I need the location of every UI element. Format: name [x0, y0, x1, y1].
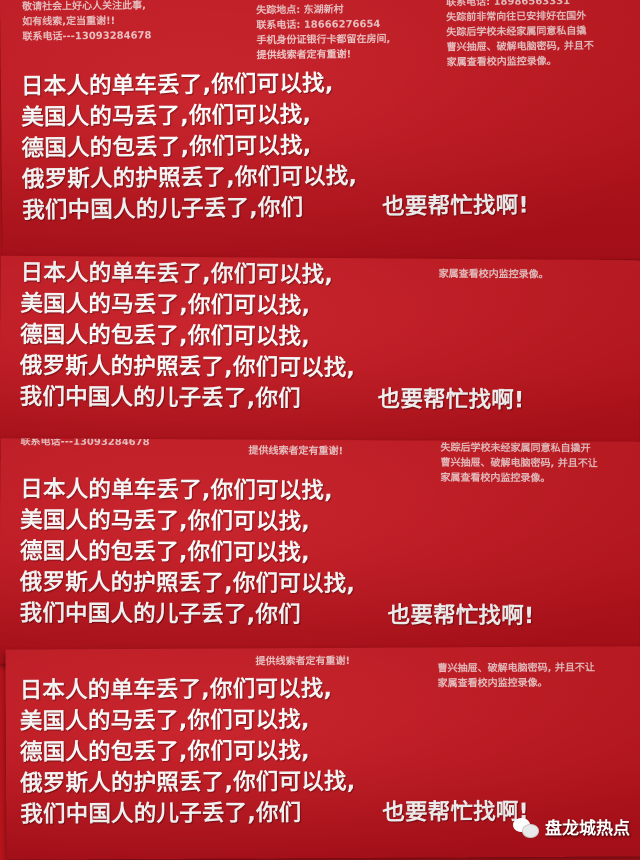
small-text: 失踪地点: 东湖新村 — [256, 4, 344, 17]
small-text: 手机身份证银行卡都留在房间, — [256, 33, 391, 47]
poem-line-1: 日本人的单车丢了,你们可以找, — [20, 259, 334, 289]
poem-line-1: 日本人的单车丢了,你们可以找, — [20, 70, 334, 100]
small-text: 提供线索者定有重谢! — [248, 445, 344, 458]
poem-line-1: 日本人的单车丢了,你们可以找, — [20, 476, 333, 505]
sheet2-right-notes: 家属查看校内监控录像。 — [439, 267, 549, 283]
poem-line-5: 我们中国人的儿子丢了,你们 也要帮忙找啊! — [19, 382, 525, 415]
small-text: 家属查看校内监控录像。 — [438, 268, 549, 281]
poem-line-5b: 也要帮忙找啊! — [377, 386, 525, 414]
poem-line-5b: 也要帮忙找啊! — [382, 798, 530, 826]
small-text: 失踪后学校未经家属同意私自撬 — [446, 25, 587, 39]
small-text: 失踪后学校未经家属同意私自撬开 — [440, 442, 591, 455]
poem-line-5a: 我们中国人的儿子丢了,你们 — [22, 194, 304, 224]
small-text: 联系电话---13093284678 — [20, 438, 150, 449]
poem-line-2: 美国人的马丢了,你们可以找, — [20, 507, 311, 535]
small-text: 家属查看校内监控录像。 — [440, 472, 551, 485]
sheet4-right-notes: 曹兴抽屉、破解电脑密码, 并且不让 家属查看校内监控录像。 — [438, 661, 595, 692]
poem-line-5: 我们中国人的儿子丢了,你们 也要帮忙找啊! — [19, 598, 535, 631]
poem-block-1: 日本人的单车丢了,你们可以找, 美国人的马丢了,你们可以找, 德国人的包丢了,你… — [20, 68, 529, 227]
sheet1-middle-notes: 失踪地点: 东湖新村 联系电话: 18666276654 手机身份证银行卡都留在… — [256, 2, 390, 63]
notice-sheet-2: 家属查看校内监控录像。 日本人的单车丢了,你们可以找, 美国人的马丢了,你们可以… — [0, 255, 640, 461]
small-text: 家属查看校内监控录像。 — [446, 56, 557, 69]
poem-line-3: 德国人的包丢了,你们可以找, — [19, 738, 310, 766]
poem-line-4: 俄罗斯人的护照丢了,你们可以找, — [19, 569, 356, 598]
wechat-icon — [513, 816, 539, 838]
small-text: 提供线索者定有重谢! — [256, 49, 352, 62]
poem-line-2: 美国人的马丢了,你们可以找, — [21, 101, 312, 131]
sheet1-right-notes: 联系电话: 18986563331 失踪前非常向往已安排好在国外 失踪后学校未经… — [446, 0, 594, 70]
sheet3-left-notes: 联系电话---13093284678 — [21, 438, 150, 450]
small-text: 曹兴抽屉、破解电脑密码, 并且不让 — [440, 457, 598, 470]
poem-line-4: 俄罗斯人的护照丢了,你们可以找, — [21, 163, 358, 193]
poem-line-5a: 我们中国人的儿子丢了,你们 — [20, 800, 302, 828]
poem-line-3: 德国人的包丢了,你们可以找, — [20, 321, 311, 350]
small-text: 联系电话---13093284678 — [22, 30, 152, 43]
poem-line-5: 我们中国人的儿子丢了,你们 也要帮忙找啊! — [22, 192, 529, 227]
notice-sheet-1: 敬请社会上好心人关注此事, 如有线索,定当重谢!! 联系电话---1309328… — [0, 0, 640, 266]
poem-line-4: 俄罗斯人的护照丢了,你们可以找, — [19, 352, 356, 382]
poem-line-5a: 我们中国人的儿子丢了,你们 — [19, 383, 301, 412]
small-text: 失踪前非常向往已安排好在国外 — [446, 10, 587, 24]
small-text: 家属查看校内监控录像。 — [437, 677, 548, 690]
poem-line-1: 日本人的单车丢了,你们可以找, — [19, 675, 333, 704]
poem-line-5: 我们中国人的儿子丢了,你们 也要帮忙找啊! — [20, 798, 529, 831]
poem-line-5a: 我们中国人的儿子丢了,你们 — [19, 600, 301, 628]
sheet3-middle-notes: 提供线索者定有重谢! — [248, 444, 344, 459]
poem-line-2: 美国人的马丢了,你们可以找, — [20, 290, 311, 319]
small-text: 提供线索者定有重谢! — [255, 655, 351, 668]
poem-line-3: 德国人的包丢了,你们可以找, — [19, 538, 310, 566]
poem-block-2: 日本人的单车丢了,你们可以找, 美国人的马丢了,你们可以找, 德国人的包丢了,你… — [19, 258, 525, 415]
source-watermark: 盘龙城热点 — [513, 814, 630, 839]
poem-line-3: 德国人的包丢了,你们可以找, — [21, 132, 312, 162]
notice-sheet-3: 联系电话---13093284678 提供线索者定有重谢! 失踪后学校未经家属同… — [0, 438, 640, 667]
poem-line-4: 俄罗斯人的护照丢了,你们可以找, — [20, 768, 356, 797]
sheet3-right-notes: 失踪后学校未经家属同意私自撬开 曹兴抽屉、破解电脑密码, 并且不让 家属查看校内… — [440, 441, 598, 487]
poem-block-4: 日本人的单车丢了,你们可以找, 美国人的马丢了,你们可以找, 德国人的包丢了,你… — [19, 674, 529, 831]
poem-block-3: 日本人的单车丢了,你们可以找, 美国人的马丢了,你们可以找, 德国人的包丢了,你… — [19, 474, 535, 631]
poem-line-2: 美国人的马丢了,你们可以找, — [19, 707, 310, 735]
poem-line-5b: 也要帮忙找啊! — [387, 602, 535, 630]
small-text: 曹兴抽屉、破解电脑密码, 并且不让 — [437, 662, 595, 675]
small-text: 如有线索,定当重谢!! — [22, 15, 116, 28]
small-text: 联系电话: 18666276654 — [256, 19, 381, 32]
sheet1-left-notes: 敬请社会上好心人关注此事, 如有线索,定当重谢!! 联系电话---1309328… — [22, 0, 151, 45]
poem-line-5b: 也要帮忙找啊! — [382, 192, 530, 221]
sheet4-middle-notes: 提供线索者定有重谢! — [255, 654, 350, 669]
small-text: 敬请社会上好心人关注此事, — [22, 0, 146, 13]
small-text: 曹兴抽屉、破解电脑密码, 并且不 — [446, 40, 594, 54]
watermark-label: 盘龙城热点 — [545, 819, 630, 839]
